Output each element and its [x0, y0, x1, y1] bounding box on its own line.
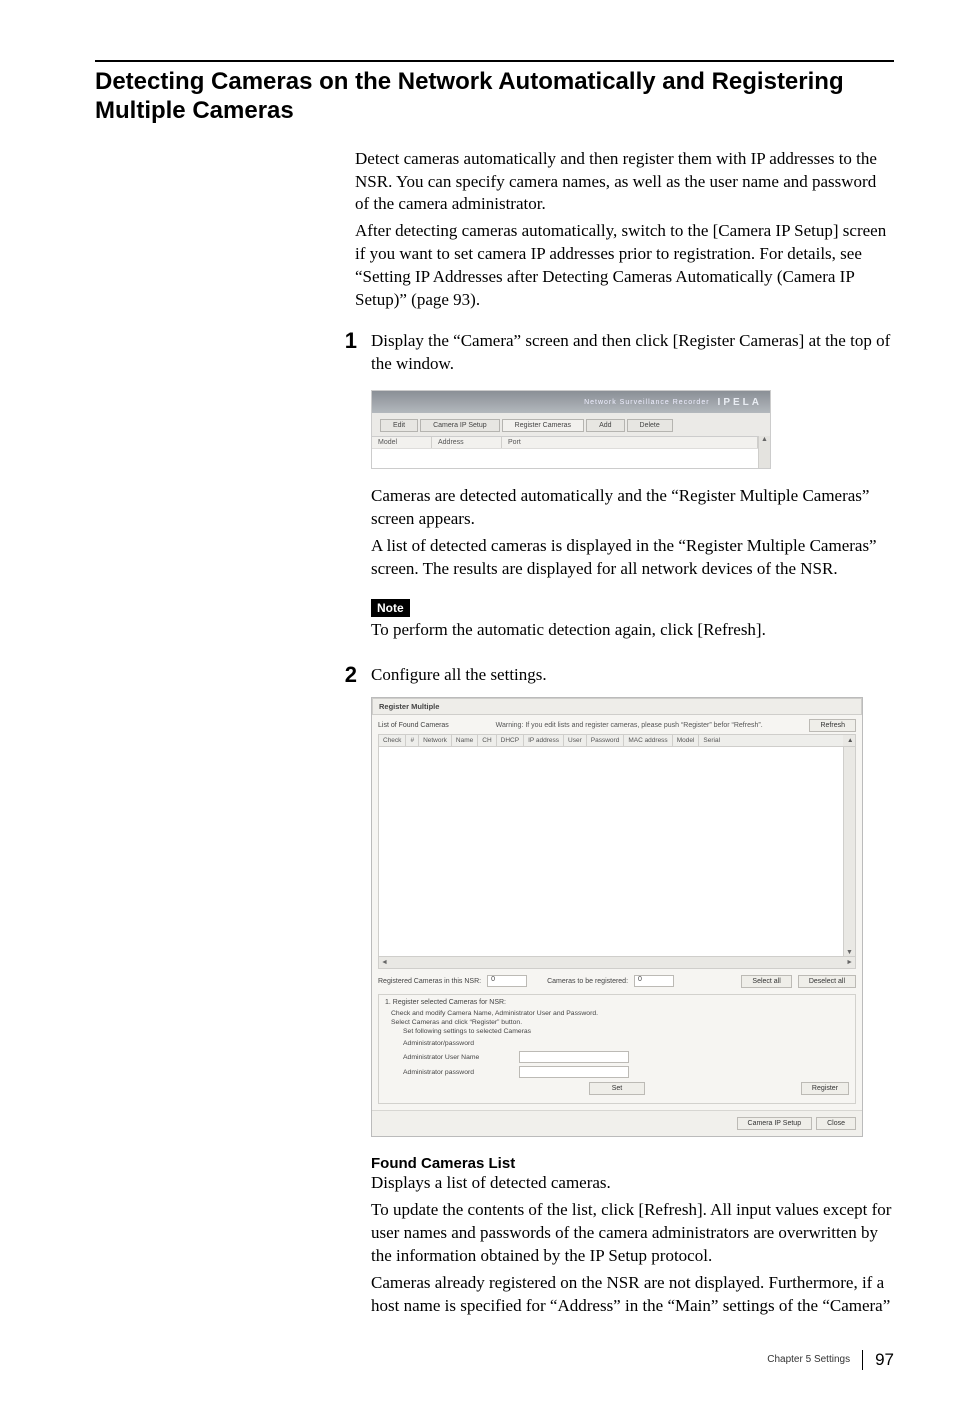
close-button[interactable]: Close [816, 1117, 856, 1130]
col-ipaddress: IP address [524, 735, 564, 746]
tobe-label: Cameras to be registered: [547, 978, 628, 985]
found-cameras-list[interactable]: ▼ [378, 747, 856, 957]
chapter-label: Chapter 5 Settings [767, 1354, 850, 1365]
scroll-right-icon: ► [846, 959, 853, 966]
set-button[interactable]: Set [589, 1082, 646, 1095]
col-password: Password [587, 735, 625, 746]
top-rule [95, 60, 894, 62]
col-network: Network [419, 735, 452, 746]
step-1-text: Display the “Camera” screen and then cli… [371, 330, 894, 376]
register-button[interactable]: Register [801, 1082, 849, 1095]
select-all-button[interactable]: Select all [741, 975, 791, 988]
list-of-found-label: List of Found Cameras [378, 722, 449, 729]
admin-pass-label: Administrator password [403, 1069, 513, 1076]
registered-count: 0 [487, 975, 527, 987]
admin-user-label: Administrator User Name [403, 1054, 513, 1061]
col-number: # [406, 735, 419, 746]
section-register-heading: 1. Register selected Cameras for NSR: [385, 999, 849, 1006]
found-cameras-p3: Cameras already registered on the NSR ar… [371, 1272, 894, 1318]
vertical-scrollbar[interactable]: ▼ [843, 747, 855, 956]
col-name: Name [452, 735, 478, 746]
footer-separator [862, 1350, 863, 1370]
scroll-down-icon: ▼ [846, 949, 853, 956]
tab-delete[interactable]: Delete [627, 419, 673, 432]
tab-register-cameras[interactable]: Register Cameras [502, 419, 584, 432]
scroll-up-icon: ▲ [761, 436, 768, 443]
tab-edit[interactable]: Edit [380, 419, 418, 432]
dialog-titlebar: Register Multiple [372, 698, 862, 715]
fig1-scrollbar[interactable]: ▲ [758, 436, 770, 448]
note-text: To perform the automatic detection again… [371, 619, 894, 642]
fig1-brand-logo: IPELA [718, 397, 762, 408]
page-title: Detecting Cameras on the Network Automat… [95, 68, 894, 126]
col-model: Model [372, 437, 432, 448]
horizontal-scrollbar[interactable]: ◄ ► [378, 957, 856, 969]
register-multiple-dialog: Register Multiple List of Found Cameras … [371, 697, 863, 1138]
admin-pass-input[interactable] [519, 1066, 629, 1078]
step-2-text: Configure all the settings. [371, 664, 894, 687]
page-number: 97 [875, 1350, 894, 1370]
warning-text: Warning: If you edit lists and register … [496, 722, 763, 729]
step-1-after-1: Cameras are detected automatically and t… [371, 485, 894, 531]
admin-user-input[interactable] [519, 1051, 629, 1063]
found-cameras-p2: To update the contents of the list, clic… [371, 1199, 894, 1268]
col-user: User [564, 735, 587, 746]
step-2-number: 2 [339, 664, 357, 686]
scroll-up-icon[interactable]: ▲ [843, 735, 855, 746]
fig1-scrollbar-track[interactable] [758, 448, 770, 468]
intro-paragraph-2: After detecting cameras automatically, s… [355, 220, 894, 312]
fig1-titlebar: Network Surveillance Recorder IPELA [372, 391, 770, 413]
col-dhcp: DHCP [497, 735, 524, 746]
camera-screen-figure: Network Surveillance Recorder IPELA Edit… [371, 390, 771, 469]
deselect-all-button[interactable]: Deselect all [798, 975, 856, 988]
section-line-1: Check and modify Camera Name, Administra… [391, 1009, 849, 1018]
tab-camera-ip-setup[interactable]: Camera IP Setup [420, 419, 500, 432]
col-model: Model [673, 735, 700, 746]
col-ch: CH [478, 735, 496, 746]
col-check: Check [379, 735, 406, 746]
step-1-after-2: A list of detected cameras is displayed … [371, 535, 894, 581]
note-badge: Note [371, 599, 410, 617]
col-serial: Serial [699, 735, 843, 746]
col-address: Address [432, 437, 502, 448]
fig1-recorder-label: Network Surveillance Recorder [584, 399, 709, 406]
camera-ip-setup-button[interactable]: Camera IP Setup [737, 1117, 813, 1130]
col-port: Port [502, 437, 758, 448]
tab-add[interactable]: Add [586, 419, 624, 432]
found-cameras-p1: Displays a list of detected cameras. [371, 1172, 894, 1195]
section-line-3: Set following settings to selected Camer… [403, 1027, 849, 1036]
section-line-2: Select Cameras and click “Register” butt… [391, 1018, 849, 1027]
col-mac: MAC address [624, 735, 672, 746]
intro-paragraph-1: Detect cameras automatically and then re… [355, 148, 894, 217]
registered-label: Registered Cameras in this NSR: [378, 978, 481, 985]
tobe-count: 0 [634, 975, 674, 987]
step-1-number: 1 [339, 330, 357, 352]
admin-heading: Administrator/password [403, 1039, 849, 1048]
found-cameras-heading: Found Cameras List [371, 1155, 894, 1172]
refresh-button[interactable]: Refresh [809, 719, 856, 732]
scroll-left-icon: ◄ [381, 959, 388, 966]
